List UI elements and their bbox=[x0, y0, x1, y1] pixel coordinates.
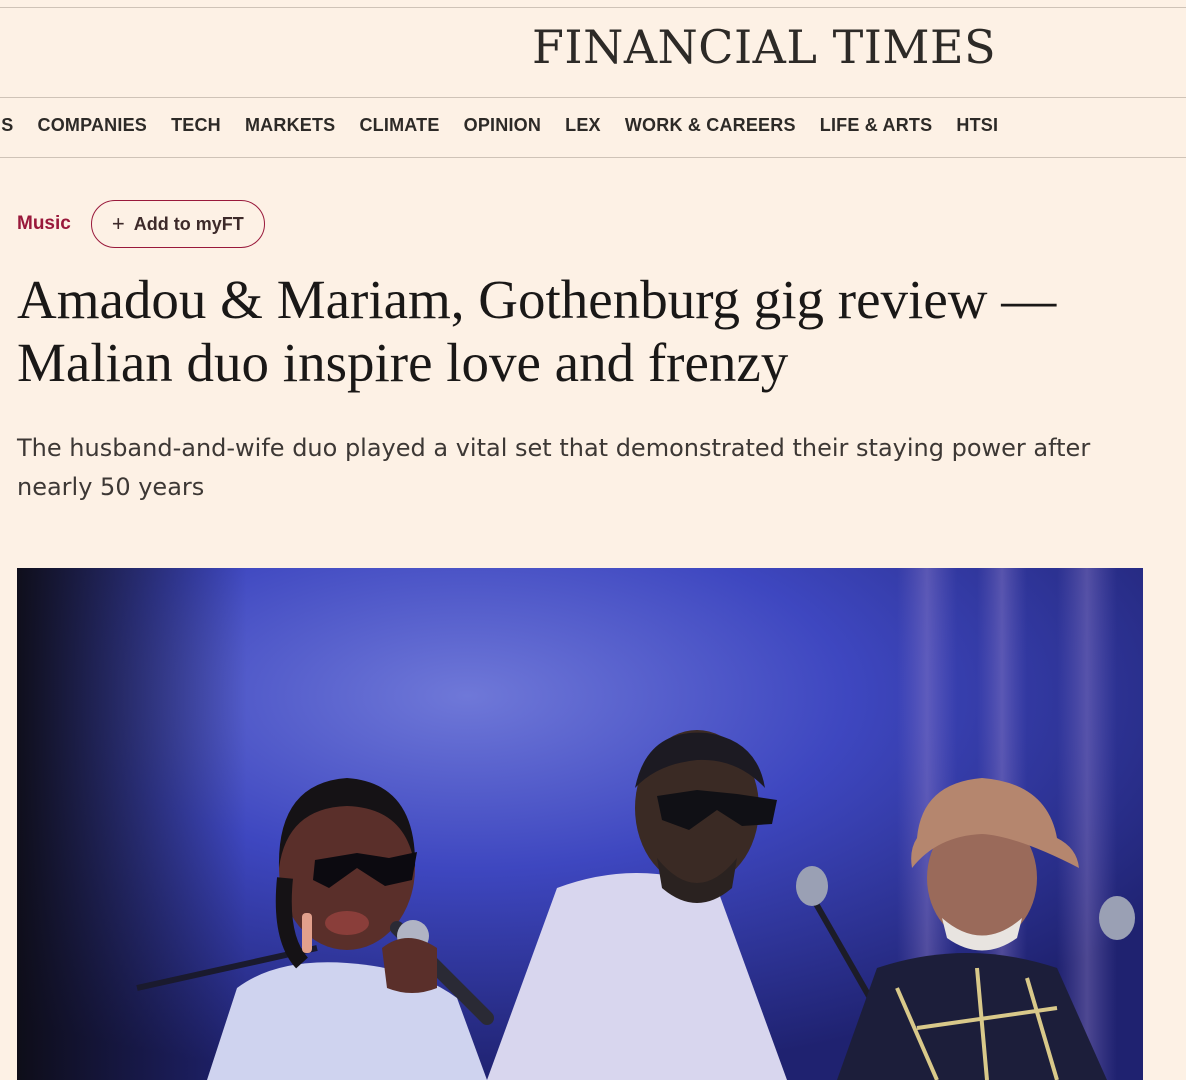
add-to-myft-button[interactable]: + Add to myFT bbox=[90, 200, 265, 248]
headline-line-1: Amadou & Mariam, Gothenburg gig review — bbox=[17, 269, 1057, 330]
plus-icon: + bbox=[111, 211, 125, 236]
masthead: FINANCIAL TIMES bbox=[0, 8, 1186, 98]
headline-line-2: Malian duo inspire love and frenzy bbox=[17, 332, 789, 393]
nav-item-lex[interactable]: LEX bbox=[565, 115, 601, 136]
topic-row: Music + Add to myFT bbox=[17, 200, 265, 248]
nav-list: US COMPANIES TECH MARKETS CLIMATE OPINIO… bbox=[0, 115, 1017, 136]
article-headline: Amadou & Mariam, Gothenburg gig review —… bbox=[17, 268, 1147, 394]
nav-item-opinion[interactable]: OPINION bbox=[464, 115, 541, 136]
nav-item-life-arts[interactable]: LIFE & ARTS bbox=[820, 115, 933, 136]
ft-logo[interactable]: FINANCIAL TIMES bbox=[532, 20, 996, 74]
nav-item-htsi[interactable]: HTSI bbox=[956, 115, 998, 136]
article-standfirst: The husband-and-wife duo played a vital … bbox=[17, 434, 1091, 501]
nav-item-work-careers[interactable]: WORK & CAREERS bbox=[625, 115, 796, 136]
nav-item-companies[interactable]: COMPANIES bbox=[38, 115, 147, 136]
main-nav: US COMPANIES TECH MARKETS CLIMATE OPINIO… bbox=[0, 98, 1186, 158]
add-to-myft-label: Add to myFT bbox=[133, 213, 244, 234]
nav-item-markets[interactable]: MARKETS bbox=[245, 115, 335, 136]
nav-item-climate[interactable]: CLIMATE bbox=[359, 115, 439, 136]
hero-image bbox=[17, 568, 1143, 1080]
top-rule bbox=[0, 0, 1186, 8]
topic-link-music[interactable]: Music bbox=[17, 213, 71, 235]
nav-item-us[interactable]: US bbox=[0, 115, 13, 136]
nav-item-tech[interactable]: TECH bbox=[171, 115, 221, 136]
hero-illustration bbox=[17, 568, 1143, 1080]
